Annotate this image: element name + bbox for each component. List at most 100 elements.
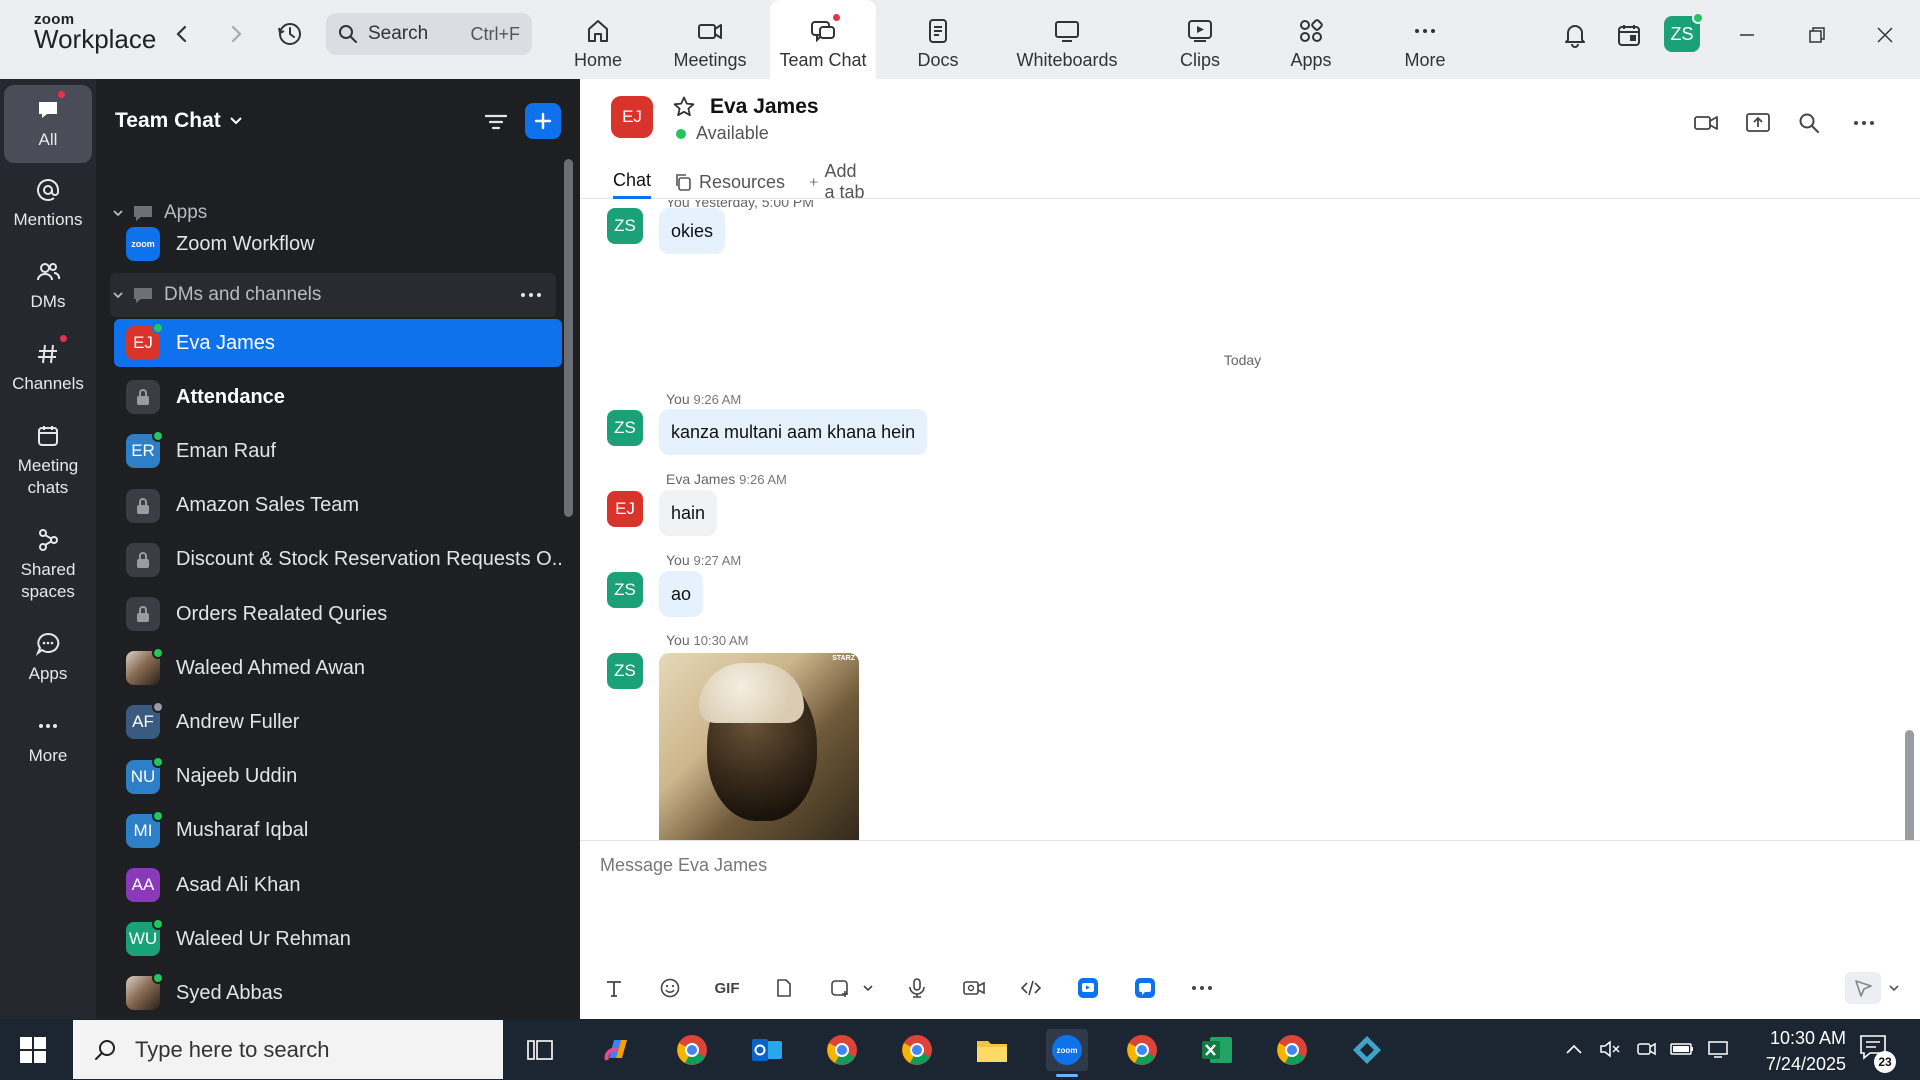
outlook-icon[interactable] [746,1029,788,1071]
forward-arrow-icon[interactable] [224,22,248,46]
message-bubble[interactable]: hain [659,490,718,536]
user-avatar[interactable]: ZS [1664,12,1704,52]
zoom-taskbar-icon[interactable]: zoom [1046,1029,1088,1077]
task-view-icon[interactable] [519,1029,561,1071]
copilot-icon[interactable] [596,1029,638,1071]
history-icon[interactable] [276,20,304,48]
more-options-icon[interactable] [520,292,542,298]
file-icon[interactable] [770,974,798,1002]
nav-docs[interactable]: Docs [910,0,966,79]
nav-team-chat[interactable]: Team Chat [770,0,876,79]
emoji-icon[interactable] [656,974,684,1002]
rail-all[interactable]: All [4,85,92,163]
message-bubble[interactable]: okies [659,208,726,254]
chrome-icon[interactable] [1121,1029,1163,1071]
dm-item[interactable]: ER Eman Rauf [114,427,562,475]
send-button[interactable] [1845,972,1881,1004]
star-icon[interactable] [672,95,696,124]
bell-icon[interactable] [1560,20,1590,50]
notification-center-icon[interactable]: 23 [1858,1033,1896,1073]
windows-start-icon[interactable] [20,1037,46,1063]
battery-icon[interactable] [1670,1037,1694,1061]
calendar-icon[interactable] [1614,20,1644,50]
channel-item[interactable]: Attendance [114,373,562,421]
file-explorer-icon[interactable] [971,1029,1013,1071]
message-composer[interactable]: Message Eva James GIF [580,840,1920,1019]
chrome-icon[interactable] [896,1029,938,1071]
share-screen-icon[interactable] [1742,107,1774,139]
more-options-icon[interactable] [1188,974,1216,1002]
rail-more[interactable]: More [4,711,92,767]
global-search[interactable]: Search Ctrl+F [326,13,532,55]
contact-avatar[interactable]: EJ [611,96,653,138]
minimize-button[interactable] [1732,20,1762,50]
mute-icon[interactable] [1598,1037,1622,1061]
shared-image[interactable]: STARZ [659,653,859,840]
rail-channels[interactable]: Channels [4,333,92,395]
rail-apps[interactable]: Apps [4,629,92,685]
clips-app-icon[interactable] [1074,974,1102,1002]
excel-icon[interactable] [1196,1029,1238,1071]
rail-mentions[interactable]: Mentions [4,175,92,231]
sidebar-scrollbar[interactable] [564,159,573,517]
channel-item[interactable]: Discount & Stock Reservation Requests O.… [114,536,562,584]
restore-button[interactable] [1802,20,1832,50]
dm-item[interactable]: AA Asad Ali Khan [114,861,562,909]
diamond-app-icon[interactable] [1346,1029,1388,1071]
new-chat-button[interactable] [525,103,561,139]
dm-item[interactable]: EJ Eva James [114,319,562,367]
message-avatar[interactable]: ZS [607,572,643,608]
code-snippet-icon[interactable] [1017,974,1045,1002]
channel-item[interactable]: Orders Realated Quries [114,590,562,638]
tab-resources[interactable]: Resources [673,165,785,199]
video-message-icon[interactable] [960,974,988,1002]
nav-clips[interactable]: Clips [1175,0,1225,79]
text-format-icon[interactable] [600,974,628,1002]
more-options-icon[interactable] [1848,107,1880,139]
dm-item[interactable]: Syed Abbas [114,969,562,1017]
sidebar-title[interactable]: Team Chat [115,109,243,133]
app-item-zoom-workflow[interactable]: zoom Zoom Workflow [114,220,562,268]
contact-name[interactable]: Eva James [710,95,819,119]
back-arrow-icon[interactable] [170,22,194,46]
message-bubble[interactable]: ao [659,571,704,617]
chevron-up-icon[interactable] [1562,1037,1586,1061]
dm-item[interactable]: WU Waleed Ur Rehman [114,915,562,963]
search-icon[interactable] [1793,107,1825,139]
message-avatar[interactable]: ZS [607,410,643,446]
message-bubble[interactable]: kanza multani aam khana hein [659,409,928,455]
nav-meetings[interactable]: Meetings [668,0,752,79]
composer-input[interactable]: Message Eva James [600,855,767,876]
nav-home[interactable]: Home [560,0,636,79]
rail-dms[interactable]: DMs [4,257,92,313]
dm-item[interactable]: Waleed Ahmed Awan [114,644,562,692]
nav-apps[interactable]: Apps [1286,0,1336,79]
tab-add[interactable]: Add a tab [809,161,865,202]
rail-shared-spaces[interactable]: Shared spaces [4,525,92,603]
tab-chat[interactable]: Chat [613,165,652,199]
message-avatar[interactable]: EJ [607,491,643,527]
dm-item[interactable]: NU Najeeb Uddin [114,753,562,801]
chrome-icon[interactable] [1271,1029,1313,1071]
message-scrollbar[interactable] [1905,730,1914,840]
channel-item[interactable]: Amazon Sales Team [114,482,562,530]
chrome-icon[interactable] [671,1029,713,1071]
message-avatar[interactable]: ZS [607,208,643,244]
close-button[interactable] [1870,20,1900,50]
section-dms-channels[interactable]: DMs and channels [110,273,556,317]
filter-icon[interactable] [482,108,512,138]
nav-whiteboards[interactable]: Whiteboards [1012,0,1122,79]
system-clock[interactable]: 10:30 AM 7/24/2025 [1736,1025,1846,1077]
dm-item[interactable]: MI Musharaf Iqbal [114,807,562,855]
chrome-icon[interactable] [821,1029,863,1071]
rail-meeting-chats[interactable]: Meeting chats [4,421,92,499]
taskbar-search[interactable]: Type here to search [73,1020,503,1079]
screenshot-icon[interactable] [826,974,854,1002]
chat-app-icon[interactable] [1131,974,1159,1002]
network-icon[interactable] [1706,1037,1730,1061]
microphone-icon[interactable] [903,974,931,1002]
dm-item[interactable]: AF Andrew Fuller [114,698,562,746]
gif-button[interactable]: GIF [713,974,741,1002]
meet-now-icon[interactable] [1634,1037,1658,1061]
message-avatar[interactable]: ZS [607,653,643,689]
